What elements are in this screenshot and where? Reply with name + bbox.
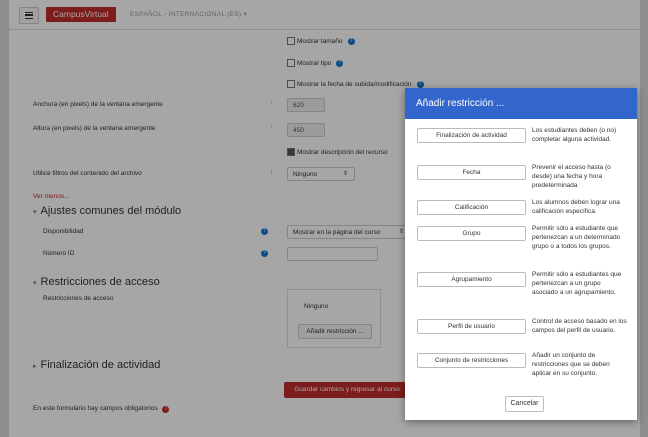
grouping-option-button[interactable]: Agrupamiento [417, 272, 526, 287]
option-description: Los alumnos deben lograr una calificació… [532, 199, 620, 215]
restriction-set-option-button[interactable]: Conjunto de restricciones [417, 353, 526, 368]
cancel-button[interactable]: Cancelar [505, 396, 544, 412]
option-description: Los estudiantes deben (o no) completar a… [532, 127, 617, 143]
group-option-button[interactable]: Grupo [417, 226, 526, 241]
user-profile-option-button[interactable]: Perfil de usuario [417, 319, 526, 334]
option-description: Añadir un conjunto de restricciones que … [532, 352, 610, 377]
option-description: Permitir sólo a estudiante que pertenezc… [532, 225, 621, 250]
date-option-button[interactable]: Fecha [417, 165, 526, 180]
option-description: Prevenir el acceso hasta (o desde) una f… [532, 164, 611, 189]
activity-completion-option-button[interactable]: Finalización de actividad [417, 128, 526, 143]
dialog-title: Añadir restricción ... [405, 88, 637, 119]
grade-option-button[interactable]: Calificación [417, 200, 526, 215]
add-restriction-dialog: Añadir restricción ... Finalización de a… [405, 88, 637, 420]
option-description: Permitir sólo a estudiantes que pertenez… [532, 271, 622, 296]
option-description: Control de acceso basado en los campos d… [532, 318, 627, 334]
